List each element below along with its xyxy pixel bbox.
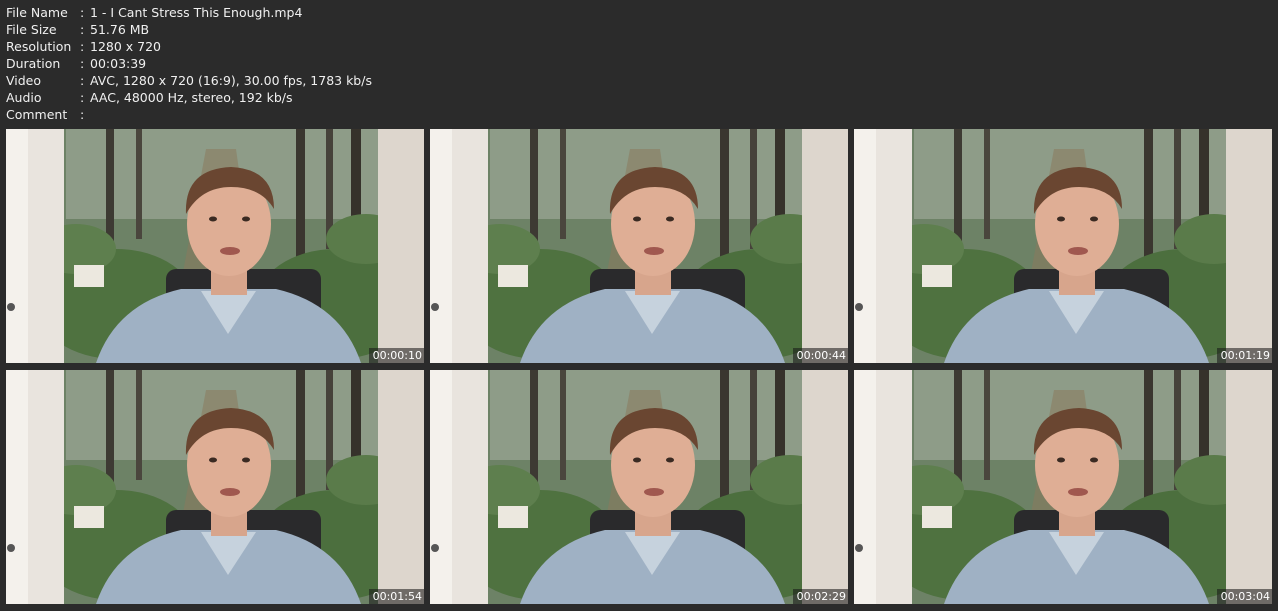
thumbnail-timestamp: 00:00:44	[792, 348, 848, 363]
info-value: AVC, 1280 x 720 (16:9), 30.00 fps, 1783 …	[90, 73, 372, 88]
info-key: Audio	[6, 90, 42, 105]
info-key: Duration	[6, 56, 61, 71]
info-row-resolution: Resolution : 1280 x 720	[6, 38, 372, 55]
info-row-file-size: File Size : 51.76 MB	[6, 21, 372, 38]
info-row-duration: Duration : 00:03:39	[6, 55, 372, 72]
video-thumbnail: 00:03:04	[854, 370, 1272, 604]
info-key: Video	[6, 73, 42, 88]
info-separator: :	[80, 107, 85, 122]
video-frame-image	[6, 370, 424, 604]
info-key: File Size	[6, 22, 57, 37]
thumbnail-timestamp: 00:03:04	[1216, 589, 1272, 604]
info-key: Resolution	[6, 39, 72, 54]
info-key: File Name	[6, 5, 68, 20]
info-separator: :	[80, 5, 85, 20]
info-separator: :	[80, 90, 85, 105]
info-key: Comment	[6, 107, 68, 122]
video-thumbnail: 00:02:29	[430, 370, 848, 604]
thumbnail-timestamp: 00:01:19	[1216, 348, 1272, 363]
media-info-panel: File Name : 1 - I Cant Stress This Enoug…	[6, 4, 372, 123]
video-frame-image	[430, 129, 848, 363]
info-row-audio: Audio : AAC, 48000 Hz, stereo, 192 kb/s	[6, 89, 372, 106]
video-thumbnail: 00:01:19	[854, 129, 1272, 363]
info-row-file-name: File Name : 1 - I Cant Stress This Enoug…	[6, 4, 372, 21]
video-frame-image	[6, 129, 424, 363]
info-value: AAC, 48000 Hz, stereo, 192 kb/s	[90, 90, 293, 105]
video-frame-image	[430, 370, 848, 604]
thumbnail-timestamp: 00:01:54	[368, 589, 424, 604]
info-value: 00:03:39	[90, 56, 147, 71]
info-row-video: Video : AVC, 1280 x 720 (16:9), 30.00 fp…	[6, 72, 372, 89]
thumbnail-timestamp: 00:02:29	[792, 589, 848, 604]
info-row-comment: Comment :	[6, 106, 372, 123]
info-value: 1280 x 720	[90, 39, 162, 54]
video-frame-image	[854, 370, 1272, 604]
info-separator: :	[80, 39, 85, 54]
info-value: 1 - I Cant Stress This Enough.mp4	[90, 5, 303, 20]
info-separator: :	[80, 73, 85, 88]
video-thumbnail: 00:00:10	[6, 129, 424, 363]
info-separator: :	[80, 22, 85, 37]
video-thumbnail: 00:01:54	[6, 370, 424, 604]
thumbnail-grid: 00:00:10 00:00:44 00:01:19 00:01:54 00:0…	[6, 129, 1272, 604]
video-frame-image	[854, 129, 1272, 363]
info-separator: :	[80, 56, 85, 71]
info-value: 51.76 MB	[90, 22, 150, 37]
video-thumbnail: 00:00:44	[430, 129, 848, 363]
thumbnail-timestamp: 00:00:10	[368, 348, 424, 363]
